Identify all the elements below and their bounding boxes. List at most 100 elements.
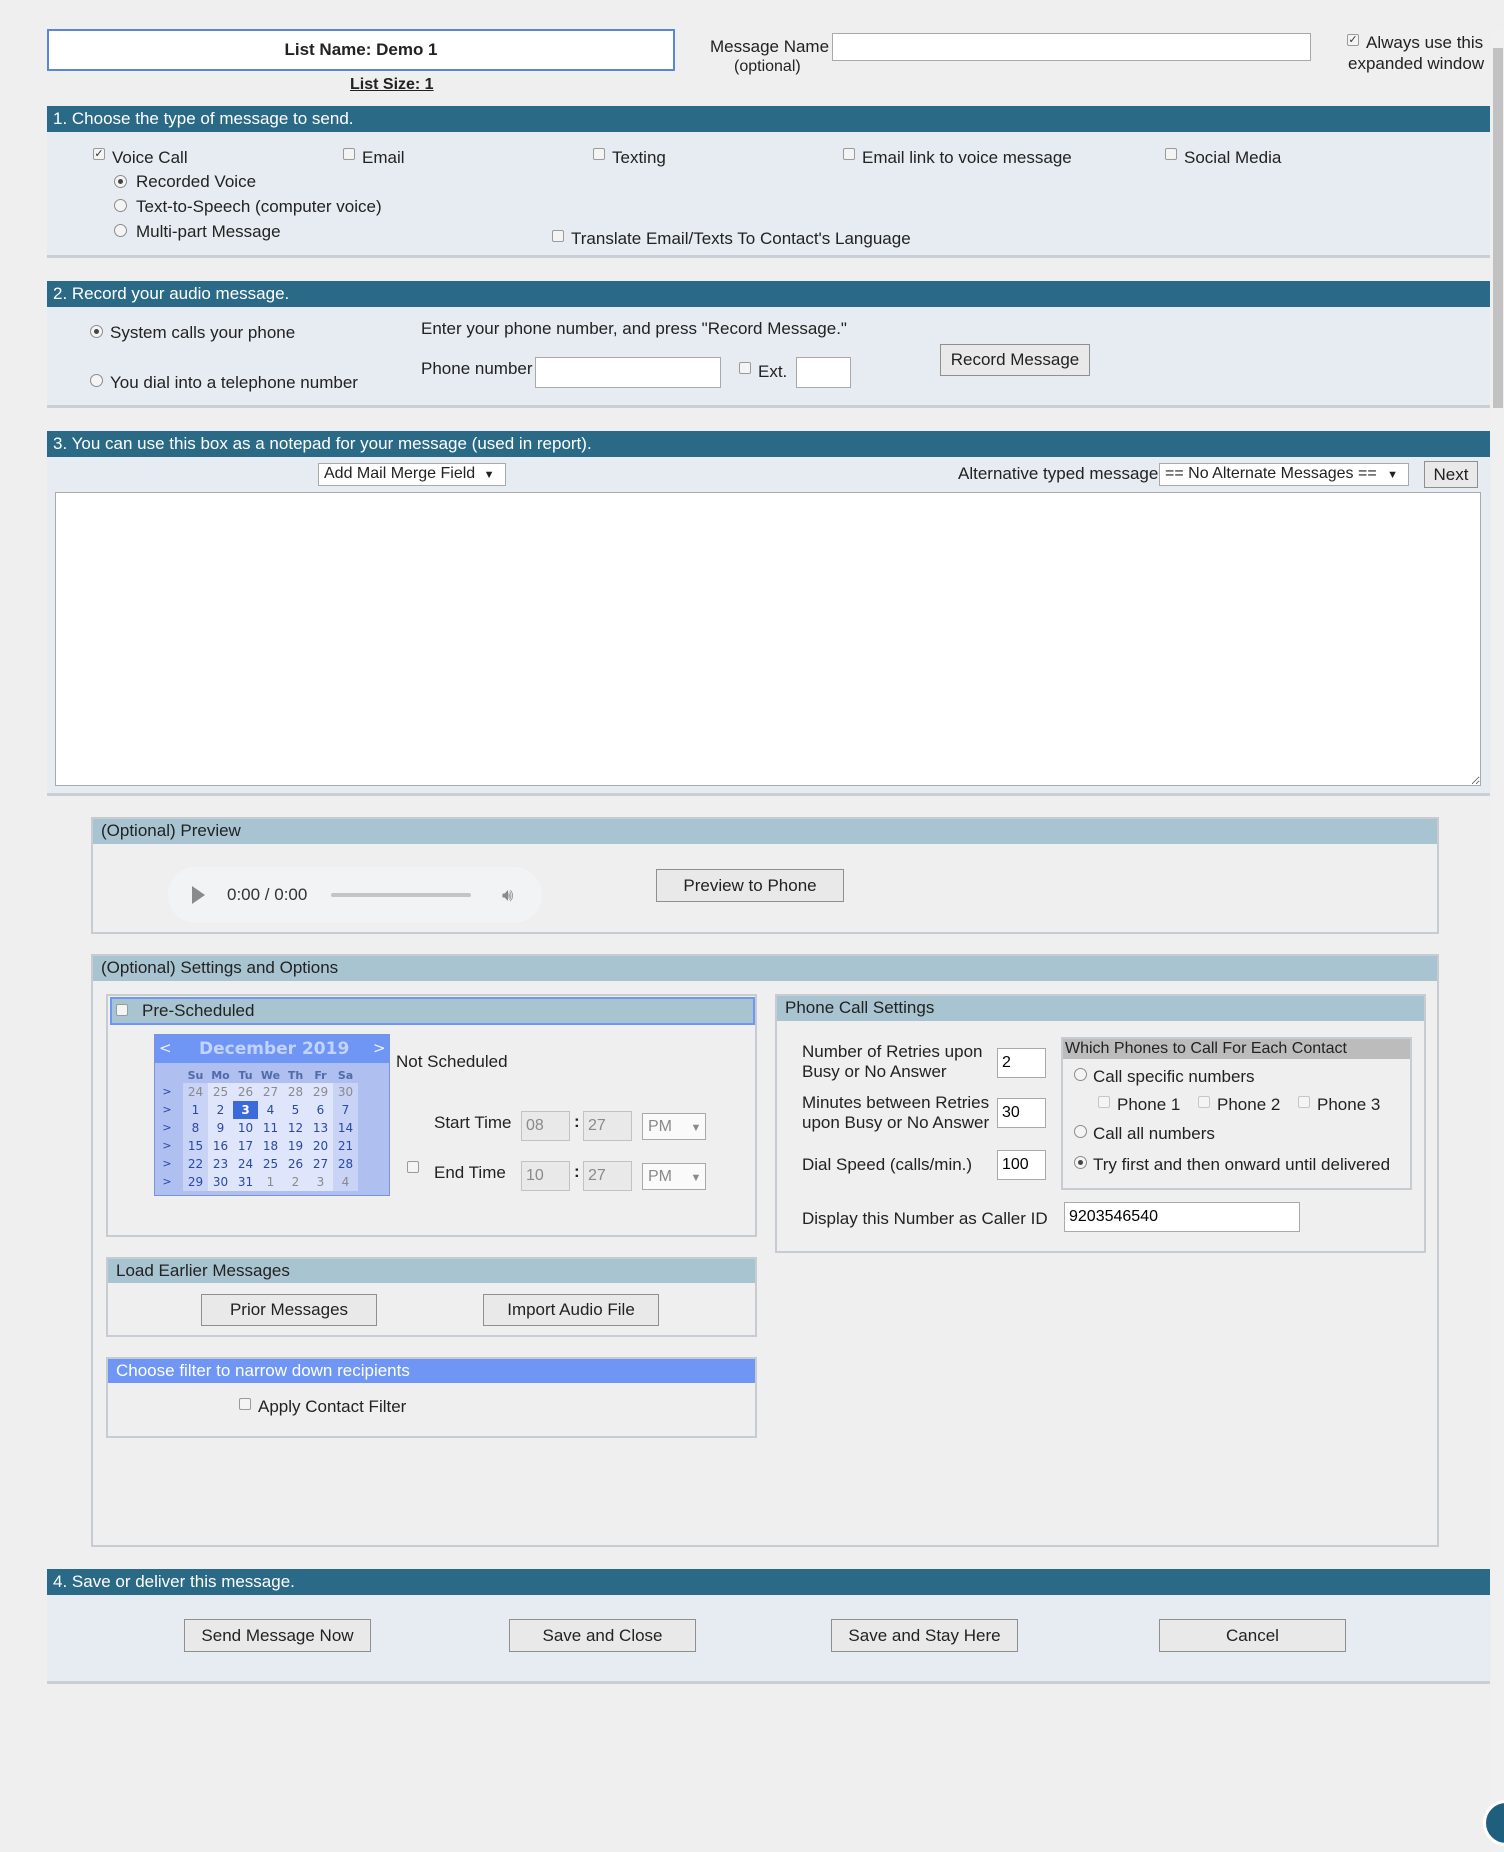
tts-radio[interactable] xyxy=(114,199,127,212)
translate-checkbox[interactable] xyxy=(552,230,564,242)
dial-in-radio[interactable] xyxy=(90,374,103,387)
email-link-checkbox[interactable] xyxy=(843,148,855,160)
audio-progress-track[interactable] xyxy=(331,893,471,897)
calendar-day[interactable]: 29 xyxy=(183,1173,208,1191)
end-ampm-select[interactable]: PM ▼ xyxy=(642,1163,706,1190)
phone3-checkbox[interactable] xyxy=(1298,1096,1310,1108)
calendar-day[interactable]: 2 xyxy=(283,1173,308,1191)
calendar-week-select[interactable]: > xyxy=(157,1101,177,1119)
scrollbar-thumb[interactable] xyxy=(1493,48,1503,408)
preview-to-phone-button[interactable]: Preview to Phone xyxy=(656,869,844,902)
import-audio-button[interactable]: Import Audio File xyxy=(483,1294,659,1326)
calendar-day[interactable]: 26 xyxy=(283,1155,308,1173)
calendar-day[interactable]: 18 xyxy=(258,1137,283,1155)
calendar-week-select[interactable]: > xyxy=(157,1173,177,1191)
calendar-day[interactable]: 25 xyxy=(258,1155,283,1173)
phone-number-input[interactable] xyxy=(535,357,721,388)
start-hour-input[interactable] xyxy=(521,1111,570,1141)
calendar-day[interactable]: 7 xyxy=(333,1101,358,1119)
calendar-day[interactable]: 8 xyxy=(183,1119,208,1137)
send-now-button[interactable]: Send Message Now xyxy=(184,1619,371,1652)
calendar-day[interactable]: 24 xyxy=(233,1155,258,1173)
message-name-input[interactable] xyxy=(832,33,1311,61)
calendar-day[interactable]: 4 xyxy=(333,1173,358,1191)
dial-speed-input[interactable] xyxy=(997,1150,1046,1180)
prescheduled-checkbox[interactable] xyxy=(116,1004,128,1016)
calendar-day[interactable]: 3 xyxy=(308,1173,333,1191)
calendar-day[interactable]: 30 xyxy=(333,1083,358,1101)
calendar-next[interactable]: > xyxy=(373,1039,386,1057)
calendar-day[interactable]: 13 xyxy=(308,1119,333,1137)
cancel-button[interactable]: Cancel xyxy=(1159,1619,1346,1652)
phone2-checkbox[interactable] xyxy=(1198,1096,1210,1108)
calendar-day[interactable]: 1 xyxy=(183,1101,208,1119)
multipart-radio[interactable] xyxy=(114,224,127,237)
calendar-day[interactable]: 1 xyxy=(258,1173,283,1191)
calendar-day[interactable]: 20 xyxy=(308,1137,333,1155)
record-message-button[interactable]: Record Message xyxy=(940,344,1090,376)
end-time-checkbox[interactable] xyxy=(407,1161,419,1173)
recorded-voice-radio[interactable] xyxy=(114,175,127,188)
calendar-day[interactable]: 15 xyxy=(183,1137,208,1155)
notepad-textarea[interactable] xyxy=(55,492,1481,786)
apply-filter-checkbox[interactable] xyxy=(239,1398,251,1410)
calendar-day[interactable]: 28 xyxy=(333,1155,358,1173)
prior-messages-button[interactable]: Prior Messages xyxy=(201,1294,377,1326)
calendar-day[interactable]: 12 xyxy=(283,1119,308,1137)
calendar-day[interactable]: 19 xyxy=(283,1137,308,1155)
calendar-day[interactable]: 26 xyxy=(233,1083,258,1101)
calendar-day[interactable]: 2 xyxy=(208,1101,233,1119)
save-stay-button[interactable]: Save and Stay Here xyxy=(831,1619,1018,1652)
calendar-day[interactable]: 27 xyxy=(258,1083,283,1101)
calendar-week-select[interactable]: > xyxy=(157,1119,177,1137)
ext-checkbox[interactable] xyxy=(739,362,751,374)
start-ampm-select[interactable]: PM ▼ xyxy=(642,1113,706,1140)
calendar-week-select[interactable]: > xyxy=(157,1083,177,1101)
calendar-day[interactable]: 24 xyxy=(183,1083,208,1101)
play-icon[interactable] xyxy=(192,886,205,904)
calendar-week-select[interactable]: > xyxy=(157,1137,177,1155)
calendar-day[interactable]: 6 xyxy=(308,1101,333,1119)
try-first-radio[interactable] xyxy=(1074,1156,1087,1169)
email-checkbox[interactable] xyxy=(343,148,355,160)
calendar-day[interactable]: 30 xyxy=(208,1173,233,1191)
end-hour-input[interactable] xyxy=(521,1161,570,1191)
mail-merge-select[interactable]: Add Mail Merge Field ▼ xyxy=(318,463,506,486)
calendar-day[interactable]: 21 xyxy=(333,1137,358,1155)
calendar-day[interactable]: 10 xyxy=(233,1119,258,1137)
calendar-day[interactable]: 16 xyxy=(208,1137,233,1155)
calendar-day[interactable]: 22 xyxy=(183,1155,208,1173)
ext-input[interactable] xyxy=(796,357,851,388)
calendar-day[interactable]: 23 xyxy=(208,1155,233,1173)
calendar-day[interactable]: 3 xyxy=(233,1101,258,1119)
audio-player[interactable]: 0:00 / 0:00 🔊︎ xyxy=(168,867,542,923)
end-min-input[interactable] xyxy=(583,1161,632,1191)
calendar-day[interactable]: 9 xyxy=(208,1119,233,1137)
calendar-day[interactable]: 25 xyxy=(208,1083,233,1101)
calendar-prev[interactable]: < xyxy=(159,1039,172,1057)
phone1-checkbox[interactable] xyxy=(1098,1096,1110,1108)
volume-icon[interactable]: 🔊︎ xyxy=(502,885,513,906)
calendar-day[interactable]: 5 xyxy=(283,1101,308,1119)
calendar-day[interactable]: 11 xyxy=(258,1119,283,1137)
alt-message-select[interactable]: == No Alternate Messages == ▼ xyxy=(1159,463,1409,486)
calendar-week-select[interactable]: > xyxy=(157,1155,177,1173)
texting-checkbox[interactable] xyxy=(593,148,605,160)
calendar-day[interactable]: 29 xyxy=(308,1083,333,1101)
calendar-day[interactable]: 4 xyxy=(258,1101,283,1119)
calendar-day[interactable]: 28 xyxy=(283,1083,308,1101)
next-button[interactable]: Next xyxy=(1424,461,1478,488)
call-specific-radio[interactable] xyxy=(1074,1068,1087,1081)
always-expanded-checkbox[interactable]: ✓ xyxy=(1347,34,1359,46)
calendar-day[interactable]: 27 xyxy=(308,1155,333,1173)
social-media-checkbox[interactable] xyxy=(1165,148,1177,160)
calendar-day[interactable]: 14 xyxy=(333,1119,358,1137)
calendar-day[interactable]: 31 xyxy=(233,1173,258,1191)
minutes-input[interactable] xyxy=(997,1098,1046,1128)
system-calls-radio[interactable] xyxy=(90,325,103,338)
voice-call-checkbox[interactable]: ✓ xyxy=(93,148,105,160)
start-min-input[interactable] xyxy=(583,1111,632,1141)
vertical-scrollbar[interactable] xyxy=(1492,30,1504,1852)
retries-input[interactable] xyxy=(997,1048,1046,1078)
call-all-radio[interactable] xyxy=(1074,1125,1087,1138)
